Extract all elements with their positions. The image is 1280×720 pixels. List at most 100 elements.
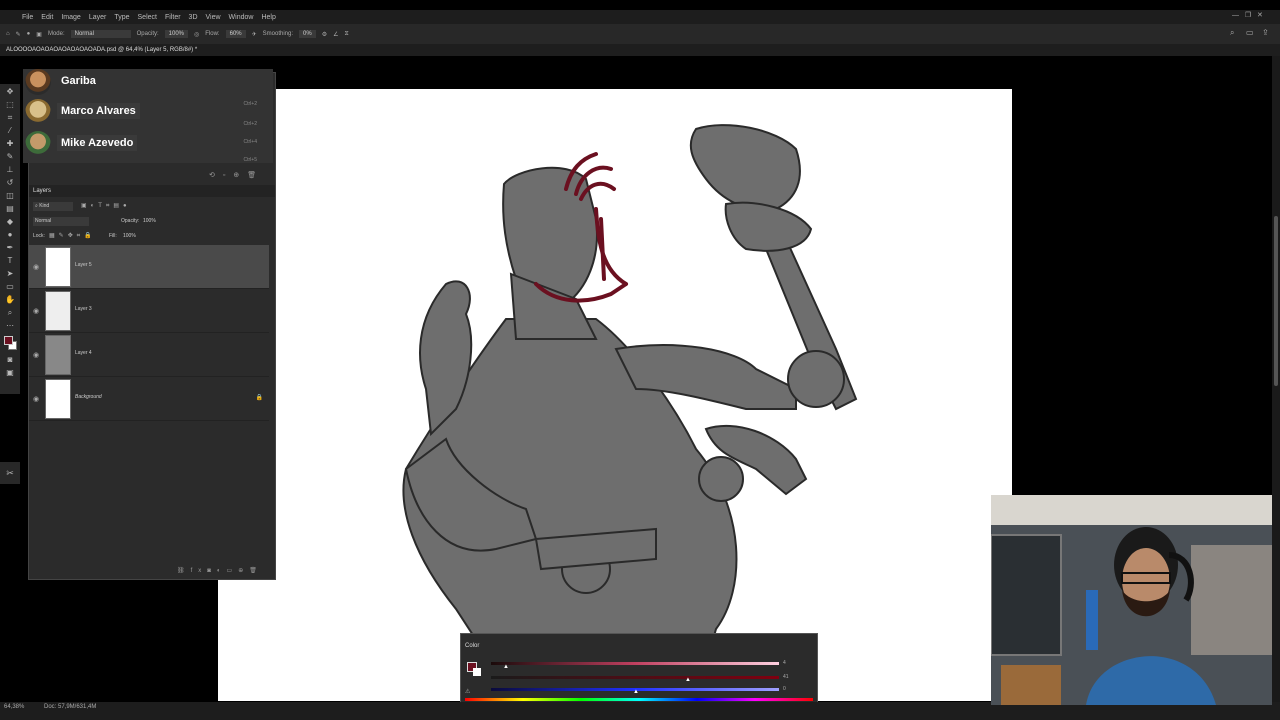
slider-value-3: 0 [783, 686, 786, 692]
window-controls[interactable]: — ❐ ✕ [1232, 11, 1263, 19]
flow-field[interactable]: 60% [225, 30, 246, 38]
layers-footer-icons[interactable]: ⛓fx◙◐▭⊕🗑 [177, 567, 263, 574]
shape-tool-icon[interactable]: ▭ [5, 282, 15, 292]
gamut-warning-icon: ⚠ [465, 689, 471, 695]
layer-row-layer-3[interactable]: ◉ Layer 3 [29, 289, 269, 333]
pen-tool-icon[interactable]: ✒ [5, 243, 15, 253]
menu-view[interactable]: View [206, 14, 221, 21]
angle-icon[interactable]: ∠ [333, 31, 338, 38]
visibility-eye-icon[interactable]: ◉ [33, 263, 39, 271]
path-select-icon[interactable]: ➤ [5, 269, 15, 279]
color-ramp[interactable] [465, 698, 813, 701]
slider-thumb-1[interactable]: ▲ [503, 664, 509, 670]
mode-label: Mode: [47, 31, 65, 37]
eraser-tool-icon[interactable]: ◫ [5, 191, 15, 201]
document-canvas[interactable] [276, 89, 1012, 702]
layer-thumbnail [45, 291, 71, 331]
smoothing-field[interactable]: 0% [299, 30, 316, 38]
menu-file[interactable]: File [22, 14, 33, 21]
history-brush-icon[interactable]: ↺ [5, 178, 15, 188]
preset-panel-footer-icons[interactable]: ⟲▫⊕🗑 [209, 171, 264, 179]
hand-tool-icon[interactable]: ✋ [5, 295, 15, 305]
home-icon[interactable]: ⌂ [6, 31, 10, 37]
slider-thumb-3[interactable]: ▲ [633, 689, 639, 695]
slider-track-2[interactable] [491, 676, 779, 679]
slider-thumb-2[interactable]: ▲ [685, 677, 691, 683]
brush-tool-icon[interactable]: ✎ [5, 152, 15, 162]
fill-field[interactable]: 100% [123, 233, 136, 239]
document-tab[interactable]: ALOOOOAOAOAOAOAOAOAOADA.psd @ 64,4% (Lay… [0, 44, 1280, 56]
symmetry-icon[interactable]: ⧖ [344, 31, 348, 38]
preset-row-marco-alvares[interactable]: Marco Alvares Ctrl+2 Ctrl+2 [25, 99, 269, 127]
scrollbar-thumb[interactable] [1274, 216, 1278, 386]
webcam-overlay [991, 495, 1272, 705]
dodge-tool-icon[interactable]: ● [5, 230, 15, 240]
zoom-level[interactable]: 64,38% [4, 704, 24, 710]
menu-type[interactable]: Type [114, 14, 129, 21]
kind-filter[interactable]: ⌕ Kind [33, 202, 73, 211]
marquee-tool-icon[interactable]: ⬚ [5, 100, 15, 110]
menu-layer[interactable]: Layer [89, 14, 107, 21]
slider-value-2: 41 [783, 674, 789, 680]
plugin-icon[interactable]: ✂ [0, 462, 20, 484]
menu-select[interactable]: Select [138, 14, 157, 21]
lock-icons[interactable]: ▦✎✥⌗🔒 [49, 232, 96, 240]
blur-tool-icon[interactable]: ◆ [5, 217, 15, 227]
airbrush-icon[interactable]: ✈ [252, 31, 257, 38]
menu-3d[interactable]: 3D [189, 14, 198, 21]
healing-tool-icon[interactable]: ✚ [5, 139, 15, 149]
workspace-icon[interactable]: ▭ [1246, 28, 1254, 37]
doc-size: Doc: 57,9M/631,4M [44, 704, 97, 710]
background-color-swatch[interactable] [473, 668, 481, 676]
move-tool-icon[interactable]: ✥ [5, 87, 15, 97]
visibility-eye-icon[interactable]: ◉ [33, 395, 39, 403]
slider-track-1[interactable] [491, 662, 779, 665]
extra-tool-panel: ✂ [0, 462, 20, 484]
type-tool-icon[interactable]: T [5, 256, 15, 266]
brush-settings-icon[interactable]: ▣ [36, 31, 42, 38]
stamp-tool-icon[interactable]: ⊥ [5, 165, 15, 175]
shortcut-label: Ctrl+2 [243, 101, 257, 107]
menu-image[interactable]: Image [61, 14, 80, 21]
quick-mask-icon[interactable]: ◙ [5, 355, 15, 365]
mode-dropdown[interactable]: Normal [70, 30, 131, 38]
layer-row-layer-5[interactable]: ◉ Layer 5 [29, 245, 269, 289]
menu-filter[interactable]: Filter [165, 14, 181, 21]
blend-mode-dropdown[interactable]: Normal [33, 217, 89, 226]
opacity-label: Opacity: [136, 31, 159, 37]
options-bar: ⌂ ✎ ● ▣ Mode: Normal Opacity: 100% ◎ Flo… [0, 24, 1280, 44]
brush-preset-icon[interactable]: ● [27, 31, 31, 37]
menu-window[interactable]: Window [229, 14, 254, 21]
opacity-field[interactable]: 100% [164, 30, 189, 38]
menu-help[interactable]: Help [261, 14, 275, 21]
zoom-tool-icon[interactable]: ⌕ [5, 308, 15, 318]
layer-row-background[interactable]: ◉ Background 🔒 [29, 377, 269, 421]
share-icon[interactable]: ⇪ [1262, 28, 1269, 37]
tools-panel: ✥ ⬚ ⌗ ⁄ ✚ ✎ ⊥ ↺ ◫ ▤ ◆ ● ✒ T ➤ ▭ ✋ ⌕ ⋯ ◙ … [0, 84, 20, 394]
preset-row-gariba[interactable]: Gariba [25, 69, 269, 97]
filter-icons[interactable]: ▣◐T⌗▤● [81, 202, 131, 210]
layer-name: Layer 5 [75, 262, 92, 268]
smoothing-settings-icon[interactable]: ⚙ [322, 31, 327, 38]
visibility-eye-icon[interactable]: ◉ [33, 307, 39, 315]
preset-row-mike-azevedo[interactable]: Mike Azevedo Ctrl+4 Ctrl+5 [25, 131, 269, 163]
eyedropper-tool-icon[interactable]: ⁄ [5, 126, 15, 136]
pressure-opacity-icon[interactable]: ◎ [194, 31, 199, 38]
layer-thumbnail [45, 379, 71, 419]
color-swatches[interactable] [2, 334, 18, 352]
layer-thumbnail [45, 335, 71, 375]
visibility-eye-icon[interactable]: ◉ [33, 351, 39, 359]
search-icon[interactable]: ⌕ [1230, 28, 1234, 38]
more-tools-icon[interactable]: ⋯ [5, 321, 15, 331]
menu-edit[interactable]: Edit [41, 14, 53, 21]
foreground-color-swatch[interactable] [4, 336, 13, 345]
brush-tool-icon[interactable]: ✎ [16, 31, 21, 38]
menu-bar: File Edit Image Layer Type Select Filter… [0, 10, 1280, 24]
layer-opacity-field[interactable]: 100% [143, 218, 156, 224]
crop-tool-icon[interactable]: ⌗ [5, 113, 15, 123]
gradient-tool-icon[interactable]: ▤ [5, 204, 15, 214]
canvas-vertical-scrollbar[interactable] [1272, 56, 1280, 702]
screen-mode-icon[interactable]: ▣ [5, 368, 15, 378]
layer-row-layer-4[interactable]: ◉ Layer 4 [29, 333, 269, 377]
avatar [25, 69, 51, 95]
